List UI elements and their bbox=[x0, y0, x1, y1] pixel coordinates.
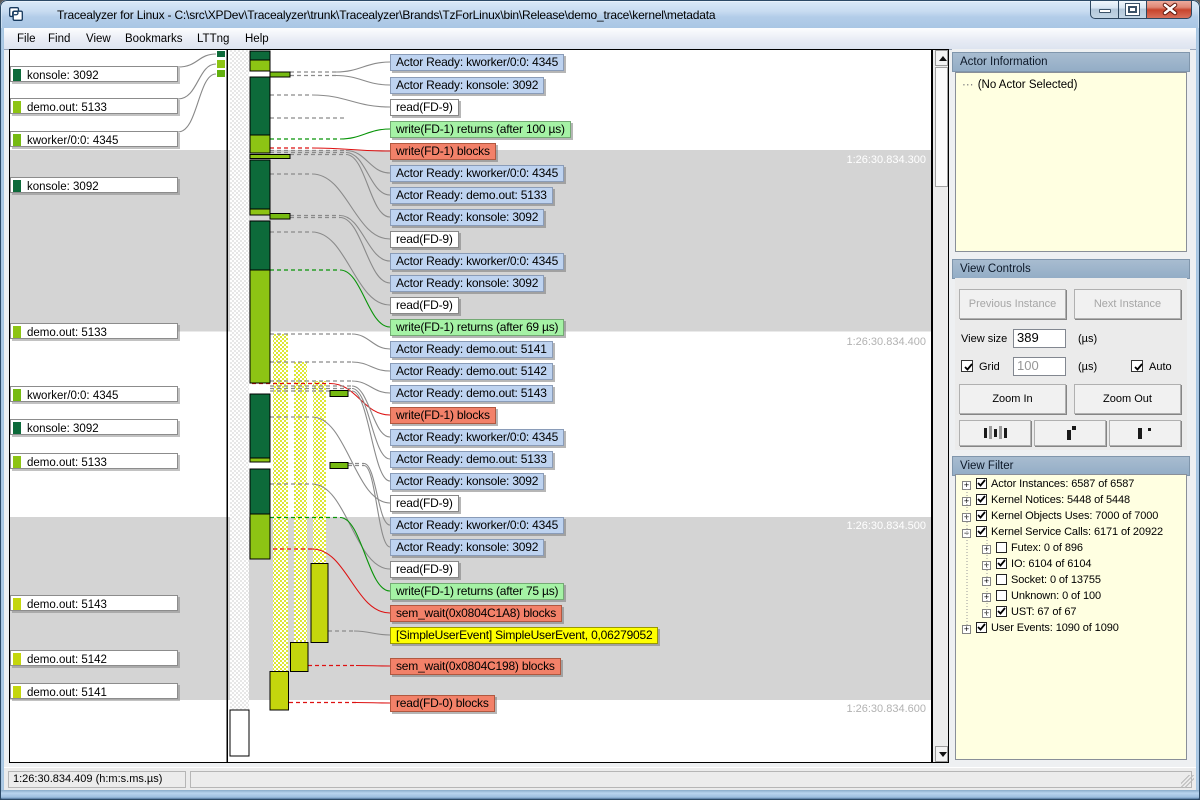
svg-text:1:26:30.834.400: 1:26:30.834.400 bbox=[846, 336, 926, 348]
svg-text:1:26:30.834.300: 1:26:30.834.300 bbox=[846, 154, 926, 166]
svg-text:1:26:30.834.500: 1:26:30.834.500 bbox=[846, 520, 926, 532]
svg-text:1:26:30.834.600: 1:26:30.834.600 bbox=[846, 703, 926, 715]
